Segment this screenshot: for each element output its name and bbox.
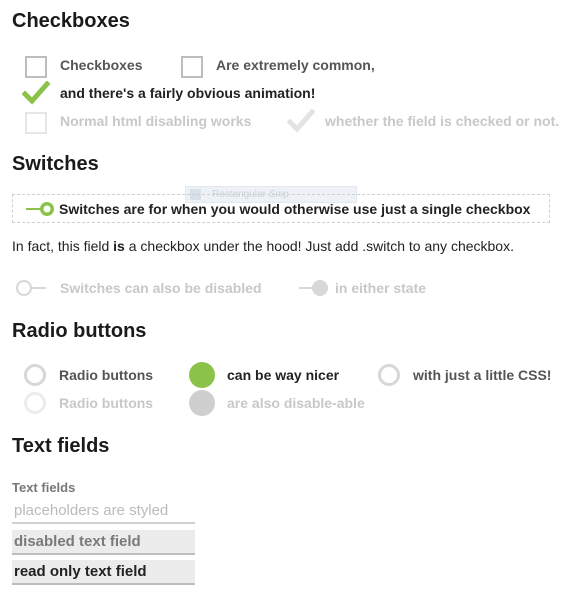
- radio-label: with just a little CSS!: [413, 367, 552, 383]
- checkbox-box[interactable]: [25, 56, 47, 78]
- radio-disabled-2: are also disable-able: [189, 389, 365, 417]
- radio-circle[interactable]: [24, 364, 46, 386]
- info-text-start: In fact, this field: [12, 238, 114, 254]
- switch-main[interactable]: Switches are for when you would otherwis…: [24, 195, 530, 223]
- checkbox-label: Normal html disabling works: [60, 113, 252, 129]
- switch-info-text: In fact, this field is a checkbox under …: [12, 238, 514, 254]
- radio-row-1: Radio buttons can be way nicer with just…: [0, 361, 570, 389]
- text-fields-label: Text fields: [12, 480, 76, 495]
- radio-circle-selected[interactable]: [189, 362, 215, 388]
- radio-label: can be way nicer: [227, 367, 340, 383]
- checkbox-box[interactable]: [181, 56, 203, 78]
- switch-label: in either state: [335, 280, 427, 296]
- placeholder-text-field[interactable]: [12, 499, 195, 524]
- radio-row-2: Radio buttons are also disable-able: [0, 389, 570, 417]
- info-text-end: a checkbox under the hood! Just add .swi…: [124, 238, 514, 254]
- checkmark-disabled-icon: [287, 109, 315, 133]
- radio-disabled-1: Radio buttons: [24, 389, 153, 417]
- checkbox-disabled-checked: whether the field is checked or not.: [287, 107, 559, 135]
- checkbox-row-1: Checkboxes Are extremely common,: [0, 51, 570, 79]
- radio-option-3[interactable]: with just a little CSS!: [378, 361, 551, 389]
- checkbox-label: and there's a fairly obvious animation!: [60, 85, 316, 101]
- toggle-switch-on-icon[interactable]: [24, 195, 58, 223]
- radio-buttons-heading: Radio buttons: [12, 320, 147, 342]
- switch-label: Switches can also be disabled: [60, 280, 262, 296]
- checkbox-label: Checkboxes: [60, 57, 143, 73]
- checkbox-label: whether the field is checked or not.: [325, 113, 560, 129]
- switch-disabled-off: Switches can also be disabled: [14, 274, 262, 302]
- checkbox-animation[interactable]: and there's a fairly obvious animation!: [22, 79, 315, 107]
- checkbox-disabled-unchecked: Normal html disabling works: [25, 107, 251, 135]
- radio-circle-selected-disabled: [189, 390, 215, 416]
- radio-option-2[interactable]: can be way nicer: [189, 361, 339, 389]
- switch-row-disabled: Switches can also be disabled in either …: [0, 274, 570, 302]
- checkbox-row-3: Normal html disabling works whether the …: [0, 107, 570, 135]
- read-only-text-field[interactable]: [12, 560, 195, 585]
- checkbox-checkboxes[interactable]: Checkboxes: [25, 51, 142, 79]
- radio-label: Radio buttons: [59, 367, 154, 383]
- checkbox-extremely-common[interactable]: Are extremely common,: [181, 51, 375, 79]
- toggle-switch-on-disabled-icon: [299, 280, 328, 296]
- disabled-text-field: [12, 530, 195, 555]
- checkmark-icon[interactable]: [22, 81, 50, 105]
- switch-disabled-on: in either state: [297, 274, 426, 302]
- text-fields-heading: Text fields: [12, 435, 110, 457]
- radio-circle-disabled: [24, 392, 46, 414]
- radio-label: Radio buttons: [59, 395, 154, 411]
- toggle-switch-off-disabled-icon: [16, 280, 46, 296]
- switch-row-main: Switches are for when you would otherwis…: [0, 195, 570, 223]
- switches-heading: Switches: [12, 153, 99, 175]
- radio-option-1[interactable]: Radio buttons: [24, 361, 153, 389]
- checkbox-row-2: and there's a fairly obvious animation!: [0, 79, 570, 107]
- checkbox-box-disabled: [25, 112, 47, 134]
- switch-label: Switches are for when you would otherwis…: [59, 201, 531, 217]
- radio-circle[interactable]: [378, 364, 400, 386]
- checkbox-label: Are extremely common,: [216, 57, 375, 73]
- checkboxes-heading: Checkboxes: [12, 10, 130, 32]
- radio-label: are also disable-able: [227, 395, 365, 411]
- info-text-bold: is: [113, 238, 125, 254]
